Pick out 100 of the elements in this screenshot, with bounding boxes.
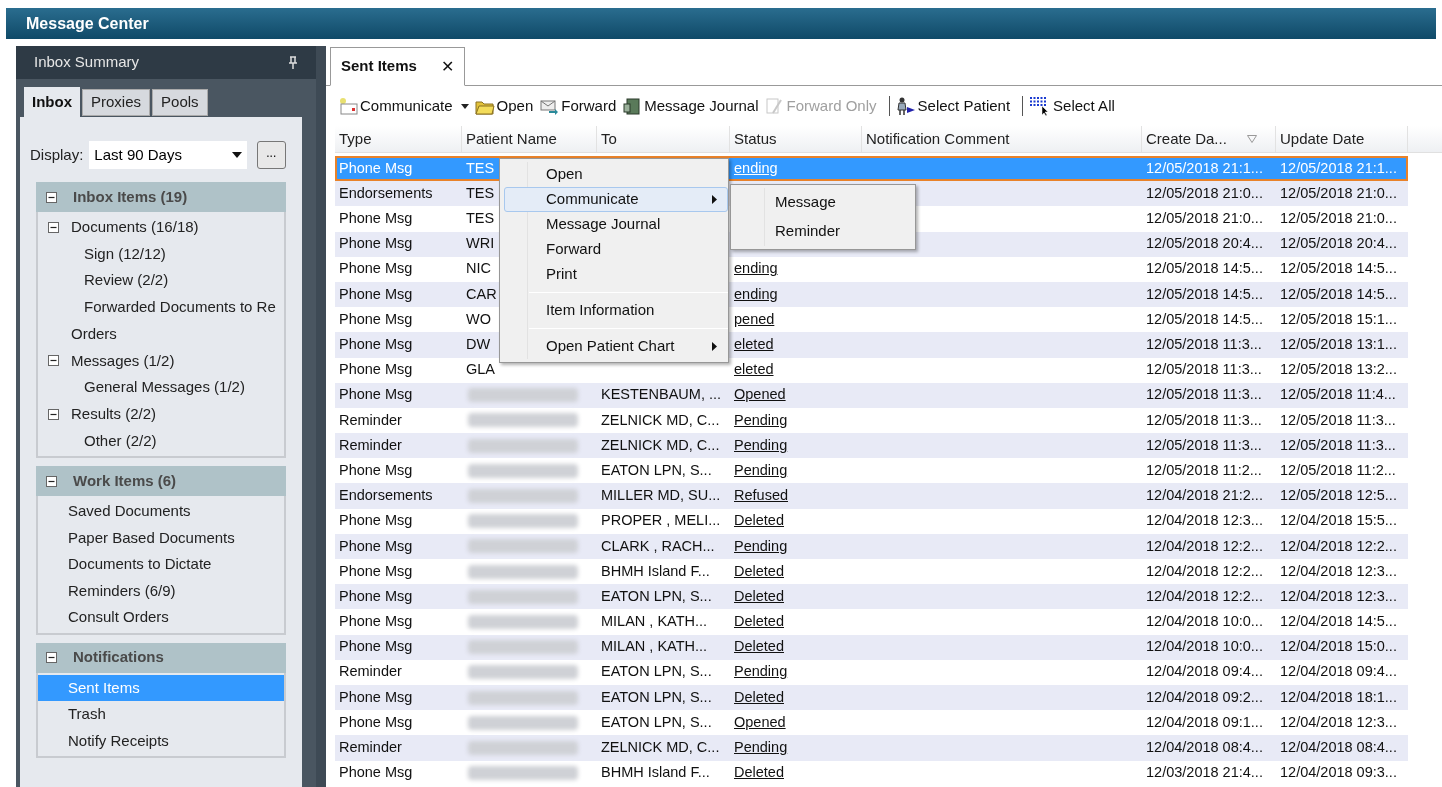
table-cell: 12/04/2018 21:2...	[1146, 487, 1263, 504]
table-cell: Phone Msg	[339, 361, 413, 378]
table-cell: Phone Msg	[339, 512, 413, 529]
table-cell: 12/05/2018 15:1...	[1280, 310, 1397, 327]
table-cell: Endorsements	[339, 487, 433, 504]
table-cell: 12/04/2018 10:0...	[1146, 638, 1263, 655]
table-cell: Phone Msg	[339, 713, 413, 730]
table-cell: Phone Msg	[339, 285, 413, 302]
table-cell: Reminder	[339, 663, 402, 680]
table-cell: EATON LPN, S...	[601, 663, 712, 680]
table-cell: 12/04/2018 12:3...	[1280, 587, 1397, 604]
table-cell: 12/05/2018 11:3...	[1146, 411, 1262, 428]
table-cell: 12/04/2018 12:2...	[1146, 537, 1263, 554]
table-cell: TES	[466, 159, 495, 176]
table-cell: Reminder	[339, 411, 402, 428]
table-cell: Endorsements	[339, 184, 433, 201]
table-cell: 12/04/2018 09:1...	[1146, 713, 1263, 730]
table-cell: 12/05/2018 11:3...	[1146, 386, 1262, 403]
table-cell: 12/04/2018 09:2...	[1146, 688, 1263, 705]
table-cell: 12/04/2018 09:3...	[1280, 764, 1397, 781]
table-cell: 12/05/2018 13:2...	[1280, 361, 1397, 378]
table-cell: Phone Msg	[339, 461, 413, 478]
section-title: Notifications	[73, 647, 164, 668]
table-cell: 12/05/2018 14:5...	[1280, 285, 1397, 302]
table-cell: 12/05/2018 11:3...	[1280, 411, 1396, 428]
table-cell: NIC	[466, 260, 491, 277]
table-cell: EATON LPN, S...	[601, 587, 712, 604]
table-cell: 12/05/2018 14:5...	[1280, 260, 1397, 277]
table-cell: 12/04/2018 08:4...	[1280, 739, 1397, 756]
table-cell: 12/05/2018 21:0...	[1280, 184, 1397, 201]
window-title: Message Center	[26, 13, 149, 34]
table-cell: BHMH Island F...	[601, 764, 710, 781]
table-cell: CAR	[466, 285, 497, 302]
table-cell: 12/04/2018 12:2...	[1146, 587, 1263, 604]
panel-title: Inbox Summary	[34, 52, 140, 73]
table-cell: 12/05/2018 21:0...	[1146, 184, 1263, 201]
section-title: Work Items (6)	[73, 470, 177, 491]
table-cell: 12/05/2018 20:4...	[1146, 235, 1263, 252]
table-cell: Phone Msg	[339, 613, 413, 630]
table-cell: Phone Msg	[339, 310, 413, 327]
table-cell: EATON LPN, S...	[601, 713, 712, 730]
table-cell: Phone Msg	[339, 159, 413, 176]
table-cell: MILAN , KATH...	[601, 638, 708, 655]
table-cell: 12/04/2018 14:5...	[1280, 613, 1397, 630]
table-cell: Phone Msg	[339, 688, 413, 705]
table-cell: ZELNICK MD, C...	[601, 411, 720, 428]
table-cell: 12/05/2018 21:1...	[1146, 159, 1263, 176]
table-cell: 12/04/2018 15:0...	[1280, 638, 1397, 655]
table-cell: BHMH Island F...	[601, 562, 710, 579]
table-cell: Phone Msg	[339, 210, 413, 227]
table-cell: KESTENBAUM, ...	[601, 386, 722, 403]
table-cell: 12/04/2018 08:4...	[1146, 739, 1263, 756]
table-cell: DW	[466, 336, 491, 353]
table-cell: 12/04/2018 12:3...	[1280, 562, 1397, 579]
table-cell: MILLER MD, SU...	[601, 487, 721, 504]
table-cell: 12/05/2018 14:5...	[1146, 310, 1263, 327]
table-cell: EATON LPN, S...	[601, 688, 712, 705]
table-cell: GLA	[466, 361, 495, 378]
table-cell: 12/05/2018 13:1...	[1280, 336, 1397, 353]
table-cell: 12/05/2018 11:4...	[1280, 386, 1396, 403]
table-cell: 12/04/2018 12:3...	[1280, 713, 1397, 730]
table-cell: Reminder	[339, 739, 402, 756]
table-cell: 12/03/2018 21:4...	[1146, 764, 1263, 781]
table-cell: MILAN , KATH...	[601, 613, 708, 630]
tab-label: Sent Items	[341, 56, 417, 77]
table-cell: 12/05/2018 21:1...	[1280, 159, 1397, 176]
table-cell: 12/05/2018 14:5...	[1146, 285, 1263, 302]
table-cell: TES	[466, 210, 495, 227]
table-cell: CLARK , RACH...	[601, 537, 715, 554]
table-cell: 12/05/2018 11:3...	[1146, 361, 1262, 378]
table-cell: 12/05/2018 11:3...	[1146, 436, 1262, 453]
table-cell: 12/05/2018 11:2...	[1146, 461, 1262, 478]
table-cell: Phone Msg	[339, 537, 413, 554]
table-cell: 12/04/2018 12:2...	[1280, 537, 1397, 554]
table-cell: Reminder	[339, 436, 402, 453]
table-cell: 12/04/2018 12:2...	[1146, 562, 1263, 579]
table-cell: Phone Msg	[339, 587, 413, 604]
table-cell: 12/05/2018 20:4...	[1280, 235, 1397, 252]
table-cell: TES	[466, 184, 495, 201]
table-cell: 12/04/2018 12:3...	[1146, 512, 1263, 529]
table-cell: 12/05/2018 14:5...	[1146, 260, 1263, 277]
table-cell: 12/05/2018 21:0...	[1146, 210, 1263, 227]
table-cell: 12/05/2018 11:3...	[1146, 336, 1262, 353]
table-cell: WO	[466, 310, 491, 327]
section-title: Inbox Items (19)	[73, 186, 188, 207]
table-cell: PROPER , MELI...	[601, 512, 721, 529]
table-cell: 12/04/2018 15:5...	[1280, 512, 1397, 529]
table-cell: 12/05/2018 11:3...	[1280, 436, 1396, 453]
table-cell: Phone Msg	[339, 336, 413, 353]
table-cell: Phone Msg	[339, 562, 413, 579]
table-cell: 12/04/2018 09:4...	[1280, 663, 1397, 680]
table-cell: 12/05/2018 21:0...	[1280, 210, 1397, 227]
table-cell: ZELNICK MD, C...	[601, 436, 720, 453]
display-label: Display:	[30, 144, 84, 165]
table-cell: 12/04/2018 18:1...	[1280, 688, 1397, 705]
table-cell: 12/04/2018 10:0...	[1146, 613, 1263, 630]
table-cell: EATON LPN, S...	[601, 461, 712, 478]
table-cell: 12/04/2018 09:4...	[1146, 663, 1263, 680]
table-cell: Phone Msg	[339, 638, 413, 655]
table-cell: Phone Msg	[339, 764, 413, 781]
